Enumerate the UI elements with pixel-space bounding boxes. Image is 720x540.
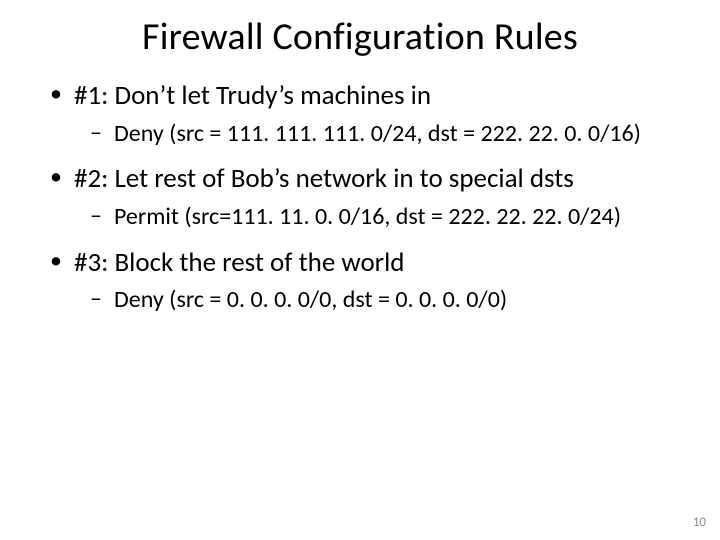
page-number: 10 bbox=[693, 515, 706, 530]
sub-list: Permit (src=111. 11. 0. 0/16, dst = 222.… bbox=[74, 201, 692, 233]
sub-bullet-text: Deny (src = 0. 0. 0. 0/0, dst = 0. 0. 0.… bbox=[114, 285, 507, 314]
list-item: #1: Don’t let Trudy’s machines in Deny (… bbox=[48, 78, 692, 149]
slide: Firewall Configuration Rules #1: Don’t l… bbox=[0, 0, 720, 540]
page-title: Firewall Configuration Rules bbox=[0, 0, 720, 66]
list-item: #3: Block the rest of the world Deny (sr… bbox=[48, 245, 692, 316]
sub-bullet-text: Permit (src=111. 11. 0. 0/16, dst = 222.… bbox=[114, 202, 621, 231]
sub-list-item: Permit (src=111. 11. 0. 0/16, dst = 222.… bbox=[84, 201, 692, 233]
content-area: #1: Don’t let Trudy’s machines in Deny (… bbox=[0, 78, 720, 316]
sub-list-item: Deny (src = 0. 0. 0. 0/0, dst = 0. 0. 0.… bbox=[84, 284, 692, 316]
bullet-list: #1: Don’t let Trudy’s machines in Deny (… bbox=[48, 78, 692, 316]
sub-bullet-text: Deny (src = 111. 111. 111. 0/24, dst = 2… bbox=[114, 119, 641, 148]
bullet-text: #2: Let rest of Bob’s network in to spec… bbox=[74, 162, 574, 195]
sub-list-item: Deny (src = 111. 111. 111. 0/24, dst = 2… bbox=[84, 118, 692, 150]
list-item: #2: Let rest of Bob’s network in to spec… bbox=[48, 161, 692, 232]
sub-list: Deny (src = 0. 0. 0. 0/0, dst = 0. 0. 0.… bbox=[74, 284, 692, 316]
sub-list: Deny (src = 111. 111. 111. 0/24, dst = 2… bbox=[74, 118, 692, 150]
bullet-text: #1: Don’t let Trudy’s machines in bbox=[74, 79, 431, 112]
bullet-text: #3: Block the rest of the world bbox=[74, 246, 404, 279]
